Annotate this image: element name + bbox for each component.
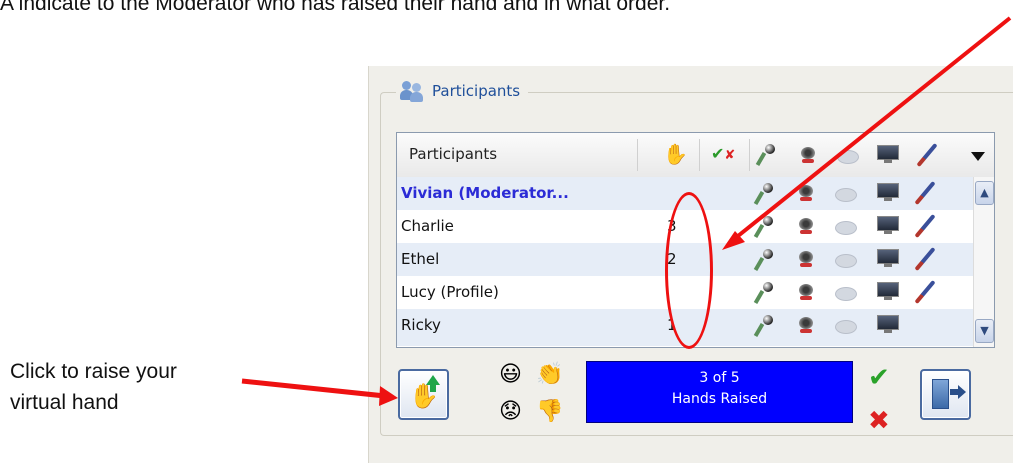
chat-bubble-icon[interactable] <box>835 188 857 202</box>
exit-button[interactable] <box>920 369 971 420</box>
chat-bubble-icon[interactable] <box>835 320 857 334</box>
check-icon[interactable]: ✔ <box>868 365 890 391</box>
x-icon[interactable]: ✖ <box>868 408 890 434</box>
monitor-icon[interactable] <box>877 183 899 201</box>
chat-bubble-icon[interactable] <box>835 287 857 301</box>
hand-order-highlight <box>665 192 713 349</box>
check-x-icon[interactable]: ✔✘ <box>711 146 735 163</box>
chat-bubble-icon[interactable] <box>837 150 859 164</box>
hand-icon[interactable]: ✋ <box>663 144 688 164</box>
hands-raised-status: 3 of 5 Hands Raised <box>586 361 853 423</box>
monitor-icon[interactable] <box>877 282 899 300</box>
webcam-icon[interactable] <box>797 250 815 268</box>
chat-bubble-icon[interactable] <box>835 221 857 235</box>
pen-icon[interactable] <box>914 180 936 206</box>
participants-group-title: Participants <box>396 78 529 104</box>
microphone-icon[interactable] <box>753 280 775 306</box>
webcam-icon[interactable] <box>799 146 817 164</box>
webcam-icon[interactable] <box>797 184 815 202</box>
table-header: Participants ✋ ✔✘ <box>397 133 994 178</box>
raise-hand-caption-line2: virtual hand <box>10 391 119 414</box>
raise-hand-button[interactable]: ✋ <box>398 369 449 420</box>
microphone-icon[interactable] <box>753 181 775 207</box>
monitor-icon[interactable] <box>877 249 899 267</box>
monitor-icon[interactable] <box>877 216 899 234</box>
pen-icon[interactable] <box>914 279 936 305</box>
pen-icon[interactable] <box>914 213 936 239</box>
participants-column-header[interactable]: Participants <box>409 145 497 163</box>
participant-name: Ethel <box>401 250 440 268</box>
pen-icon[interactable] <box>914 246 936 272</box>
webcam-icon[interactable] <box>797 316 815 334</box>
scroll-up-button[interactable]: ▲ <box>975 181 994 205</box>
raise-hand-caption-line1: Click to raise your <box>10 360 177 383</box>
dropdown-icon[interactable] <box>971 152 985 161</box>
microphone-icon[interactable] <box>753 214 775 240</box>
monitor-icon[interactable] <box>877 145 899 163</box>
annotation-arrow-raise <box>241 378 386 399</box>
table-scrollbar[interactable]: ▲ ▼ <box>973 177 994 347</box>
participant-name: Ricky <box>401 316 441 334</box>
scroll-down-button[interactable]: ▼ <box>975 319 994 343</box>
group-title-label: Participants <box>432 82 521 100</box>
smiley-icon[interactable]: 😃 <box>499 364 522 386</box>
hands-raised-count: 3 of 5 <box>699 370 740 386</box>
microphone-icon[interactable] <box>755 142 777 168</box>
microphone-icon[interactable] <box>753 313 775 339</box>
webcam-icon[interactable] <box>797 217 815 235</box>
microphone-icon[interactable] <box>753 247 775 273</box>
applause-icon[interactable]: 👏 <box>536 364 563 386</box>
raise-hand-caption: Click to raise your virtual hand <box>10 356 177 418</box>
thumbs-down-icon[interactable]: 👎 <box>536 401 563 423</box>
participant-name: Charlie <box>401 217 454 235</box>
sad-face-icon[interactable]: 😟 <box>499 401 522 423</box>
people-icon <box>400 80 426 102</box>
chat-bubble-icon[interactable] <box>835 254 857 268</box>
exit-icon <box>932 379 949 409</box>
monitor-icon[interactable] <box>877 315 899 333</box>
participant-name: Lucy (Profile) <box>401 283 499 301</box>
instruction-caption: A indicate to the Moderator who has rais… <box>0 0 671 15</box>
webcam-icon[interactable] <box>797 283 815 301</box>
hands-raised-label: Hands Raised <box>671 391 768 407</box>
participant-name: Vivian (Moderator... <box>401 184 569 202</box>
pen-icon[interactable] <box>916 142 938 168</box>
